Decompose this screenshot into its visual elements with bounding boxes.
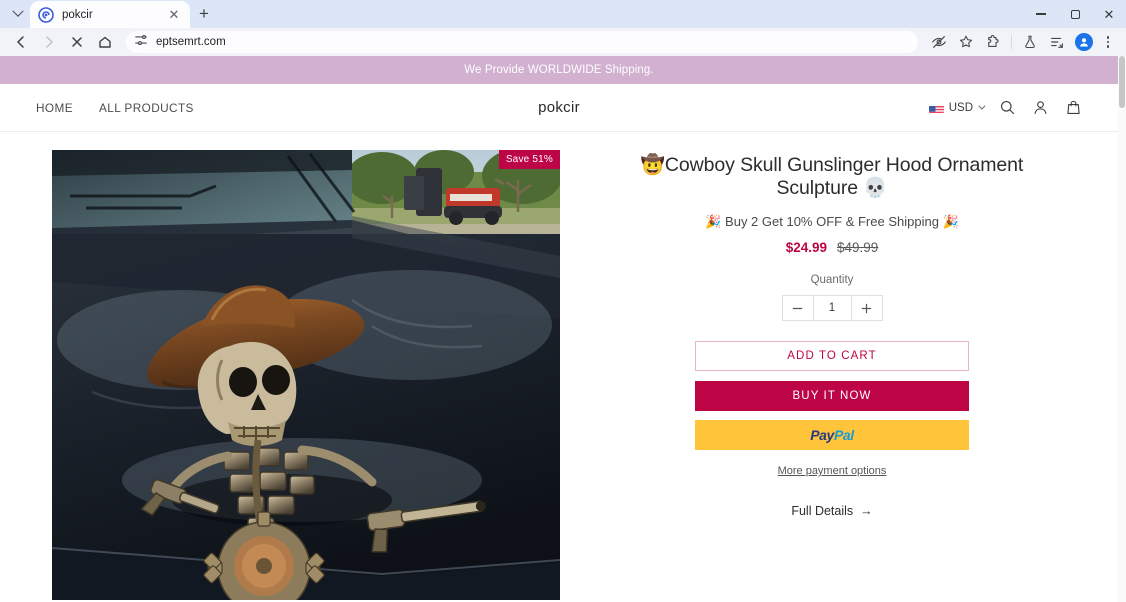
profile-avatar-icon[interactable] — [1071, 30, 1097, 54]
product-photo-illustration — [52, 150, 560, 600]
forward-arrow-icon — [36, 30, 62, 54]
page-viewport: We Provide WORLDWIDE Shipping. HOME ALL … — [0, 56, 1126, 602]
product-price-row: $24.99 $49.99 — [616, 240, 1048, 255]
add-to-cart-button[interactable]: ADD TO CART — [695, 341, 969, 371]
buy-it-now-button[interactable]: BUY IT NOW — [695, 381, 969, 411]
account-icon[interactable] — [1032, 99, 1049, 116]
minimize-icon[interactable] — [1024, 0, 1058, 28]
toolbar-divider — [1011, 35, 1012, 49]
product-image[interactable]: Save 51% — [52, 150, 560, 600]
currency-selector[interactable]: USD — [928, 101, 986, 114]
product-promo-subtitle: 🎉 Buy 2 Get 10% OFF & Free Shipping 🎉 — [705, 214, 959, 229]
new-tab-button[interactable]: + — [190, 0, 218, 28]
window-close-icon[interactable]: ✕ — [1092, 0, 1126, 28]
paypal-logo-pay: Pay — [810, 427, 834, 443]
quantity-increment-button[interactable] — [852, 296, 882, 320]
eye-off-icon[interactable] — [926, 30, 952, 54]
product-title: 🤠Cowboy Skull Gunslinger Hood Ornament S… — [640, 154, 1024, 199]
browser-tab[interactable]: pokcir ✕ — [30, 1, 190, 28]
address-bar[interactable]: eptsemrt.com — [126, 31, 918, 53]
quantity-stepper[interactable]: 1 — [781, 295, 883, 321]
currency-label: USD — [948, 101, 973, 114]
puzzle-piece-icon[interactable] — [980, 30, 1006, 54]
main-navigation: HOME ALL PRODUCTS — [36, 101, 194, 115]
star-icon[interactable] — [953, 30, 979, 54]
quantity-input[interactable]: 1 — [812, 296, 852, 320]
us-flag-icon — [928, 103, 944, 113]
product-details: 🤠Cowboy Skull Gunslinger Hood Ornament S… — [560, 150, 1118, 600]
store-page: We Provide WORLDWIDE Shipping. HOME ALL … — [0, 56, 1118, 602]
browser-window: pokcir ✕ + ✕ eptsemrt.com We Provide WOR… — [0, 0, 1126, 602]
tab-close-icon[interactable]: ✕ — [166, 7, 182, 23]
product-gallery: Save 51% — [52, 150, 560, 600]
spiral-circle-favicon — [38, 6, 54, 23]
stop-loading-icon[interactable] — [64, 30, 90, 54]
announcement-text: We Provide WORLDWIDE Shipping. — [464, 64, 654, 76]
arrow-right-icon: → — [860, 504, 873, 518]
back-arrow-icon[interactable] — [8, 30, 34, 54]
home-icon[interactable] — [92, 30, 118, 54]
more-payment-options-link[interactable]: More payment options — [616, 465, 1048, 477]
full-details-link[interactable]: Full Details → — [616, 504, 1048, 518]
paypal-button[interactable]: PayPal — [695, 420, 969, 450]
paypal-logo: PayPal — [810, 427, 854, 443]
scrollbar-thumb[interactable] — [1119, 56, 1125, 108]
announcement-bar: We Provide WORLDWIDE Shipping. — [0, 56, 1118, 84]
save-badge: Save 51% — [498, 150, 560, 169]
full-details-label: Full Details — [791, 504, 854, 518]
chevron-down-icon — [978, 102, 986, 110]
site-header: HOME ALL PRODUCTS pokcir USD — [0, 84, 1118, 132]
sale-price: $24.99 — [785, 240, 827, 255]
nav-item-home[interactable]: HOME — [36, 101, 73, 115]
product-main: Save 51% 🤠Cowboy Skull Gunslinger Hood O… — [0, 132, 1118, 600]
maximize-icon[interactable] — [1058, 0, 1092, 28]
quantity-decrement-button[interactable] — [783, 296, 813, 320]
search-icon[interactable] — [999, 99, 1016, 116]
toolbar-actions — [926, 30, 1118, 54]
shopping-bag-icon[interactable] — [1065, 99, 1082, 116]
flask-icon[interactable] — [1017, 30, 1043, 54]
page-scrollbar[interactable] — [1118, 56, 1126, 602]
quantity-label: Quantity — [810, 274, 854, 286]
tab-search-chevron-icon[interactable] — [6, 0, 30, 28]
three-dot-menu-icon[interactable] — [1098, 31, 1118, 53]
url-text: eptsemrt.com — [156, 36, 226, 48]
header-actions: USD — [928, 99, 1082, 116]
browser-toolbar: eptsemrt.com — [0, 28, 1126, 56]
tune-sliders-icon[interactable] — [134, 33, 148, 52]
tab-title: pokcir — [62, 8, 93, 21]
tab-strip: pokcir ✕ + ✕ — [0, 0, 1126, 28]
paypal-logo-pal: Pal — [833, 427, 854, 443]
nav-item-all-products[interactable]: ALL PRODUCTS — [99, 101, 194, 115]
list-tabs-icon[interactable] — [1044, 30, 1070, 54]
compare-at-price: $49.99 — [837, 240, 879, 255]
window-controls: ✕ — [1024, 0, 1126, 28]
